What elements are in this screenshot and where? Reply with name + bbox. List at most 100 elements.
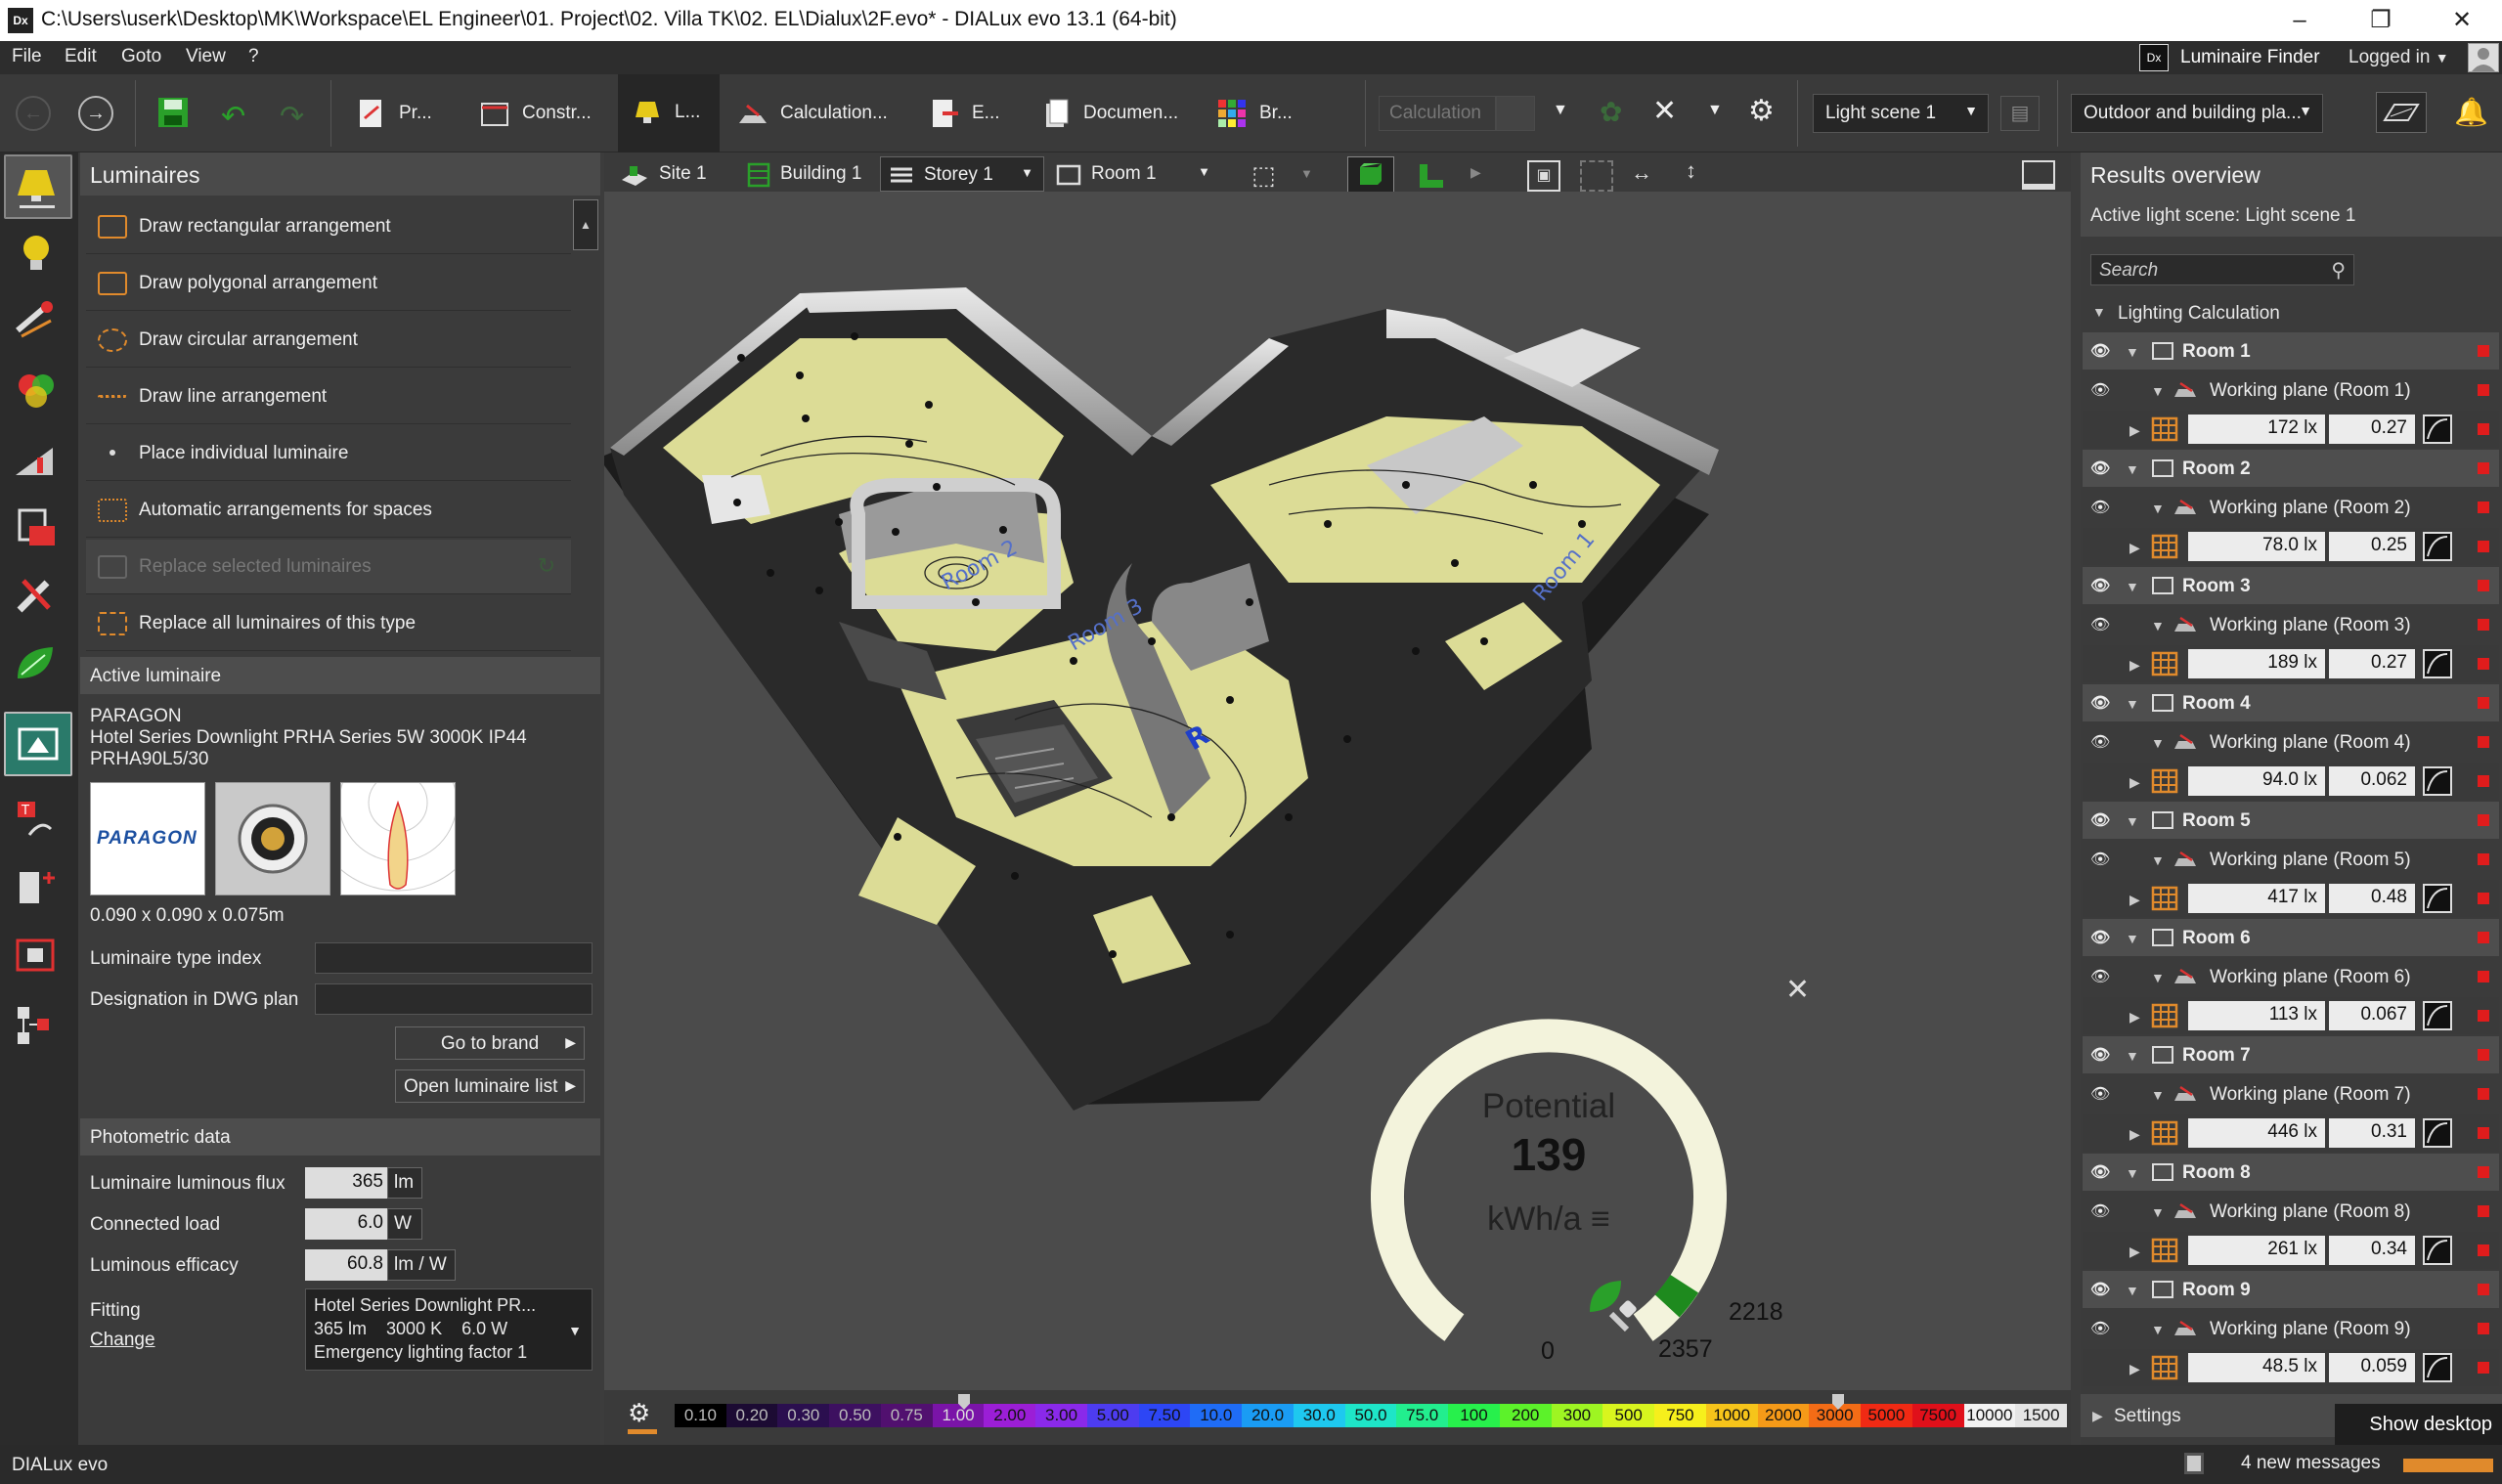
collapse-icon[interactable]: ▼	[2126, 579, 2139, 594]
go-to-brand-button[interactable]: Go to brand ▶	[395, 1026, 585, 1060]
redo-icon[interactable]: ↷	[280, 100, 304, 134]
collapse-icon[interactable]: ▼	[2126, 1165, 2139, 1181]
room-row[interactable]: 👁 ▼ Room 8	[2083, 1154, 2499, 1191]
room-row[interactable]: 👁 ▼ Room 2	[2083, 450, 2499, 487]
mode-documentation[interactable]: Documen...	[1040, 84, 1197, 143]
working-plane-row[interactable]: 👁 ▼ Working plane (Room 2)	[2083, 489, 2499, 526]
room-row[interactable]: 👁 ▼ Room 3	[2083, 567, 2499, 604]
chevron-down-icon[interactable]: ▼	[1553, 102, 1568, 119]
result-row[interactable]: ▶ 48.5 lx 0.059	[2083, 1349, 2499, 1386]
rail-dimension-icon[interactable]	[4, 858, 72, 923]
result-row[interactable]: ▶ 113 lx 0.067	[2083, 997, 2499, 1034]
expand-icon[interactable]: ▶	[2129, 422, 2140, 439]
working-plane-row[interactable]: 👁 ▼ Working plane (Room 3)	[2083, 606, 2499, 643]
calculation-toggle[interactable]	[1496, 96, 1535, 131]
light-distribution-image[interactable]	[309, 714, 487, 895]
breadcrumb-room[interactable]: Room 1 ▼	[1048, 156, 1220, 192]
back-icon[interactable]: ←	[16, 96, 51, 131]
rail-text-icon[interactable]: T	[4, 790, 72, 854]
leaf-icon[interactable]: ✿	[1600, 96, 1622, 128]
collapse-icon[interactable]: ▼	[2151, 383, 2165, 399]
undo-icon[interactable]: ↶	[221, 100, 245, 134]
rail-hierarchy-icon[interactable]	[4, 995, 72, 1060]
collapse-icon[interactable]: ▼	[2126, 344, 2139, 360]
outdoor-building-select[interactable]: Outdoor and building pla... ▼	[2071, 94, 2323, 133]
mode-project[interactable]: Pr...	[356, 84, 463, 143]
expand-icon[interactable]: ▶	[2129, 540, 2140, 556]
eye-icon[interactable]: 👁	[2090, 810, 2114, 830]
scroll-up-button[interactable]: ▲	[573, 199, 598, 250]
result-row[interactable]: ▶ 261 lx 0.34	[2083, 1232, 2499, 1269]
expand-icon[interactable]: ▶	[2129, 1009, 2140, 1026]
lighting-calculation-group[interactable]: ▼ Lighting Calculation	[2083, 295, 2499, 330]
room-row[interactable]: 👁 ▼ Room 9	[2083, 1271, 2499, 1308]
collapse-icon[interactable]: ▼	[2126, 813, 2139, 829]
expand-icon[interactable]: ▶	[2129, 1361, 2140, 1377]
working-plane-row[interactable]: 👁 ▼ Working plane (Room 9)	[2083, 1310, 2499, 1347]
room-row[interactable]: 👁 ▼ Room 5	[2083, 802, 2499, 839]
working-plane-row[interactable]: 👁 ▼ Working plane (Room 4)	[2083, 723, 2499, 761]
move-icon[interactable]: ↕	[1686, 158, 1723, 194]
rail-bulb-icon[interactable]	[4, 223, 72, 287]
3d-viewport[interactable]: Room 2 Room 3 Room 1 R ✕ Potential 139 k…	[604, 192, 2071, 1390]
tool-polygonal-arrangement[interactable]: Draw polygonal arrangement	[86, 256, 571, 311]
menu-edit[interactable]: Edit	[65, 46, 97, 67]
breadcrumb-building[interactable]: Building 1	[739, 156, 876, 192]
rail-tools-icon[interactable]	[4, 565, 72, 630]
building-model-3d[interactable]: Room 2 Room 3 Room 1 R	[604, 192, 2071, 1390]
collapse-icon[interactable]: ▼	[2151, 501, 2165, 516]
eye-icon[interactable]: 👁	[2090, 341, 2114, 361]
breadcrumb-site[interactable]: Site 1	[614, 156, 735, 192]
brand-logo-image[interactable]: PARAGON	[90, 782, 205, 895]
floor-view-icon[interactable]	[1416, 160, 1447, 192]
eye-icon[interactable]: 👁	[2090, 850, 2114, 869]
room-row[interactable]: 👁 ▼ Room 4	[2083, 684, 2499, 721]
expand-icon[interactable]: ▶	[2129, 892, 2140, 908]
rail-emergency-icon[interactable]	[4, 428, 72, 493]
collapse-icon[interactable]: ▼	[2151, 1204, 2165, 1220]
logged-in-menu[interactable]: Logged in ▼	[2348, 47, 2449, 68]
mode-export[interactable]: E...	[929, 84, 1007, 143]
working-plane-row[interactable]: 👁 ▼ Working plane (Room 1)	[2083, 371, 2499, 409]
eye-icon[interactable]: 👁	[2090, 1319, 2114, 1338]
mode-light[interactable]: L...	[618, 74, 720, 153]
menu-view[interactable]: View	[186, 46, 226, 67]
luminaire-photo-image[interactable]	[215, 782, 330, 895]
tool-replace-all[interactable]: Replace all luminaires of this type	[86, 596, 571, 651]
eye-icon[interactable]: 👁	[2090, 380, 2114, 400]
zoom-selection-icon[interactable]	[1580, 160, 1613, 192]
rail-energy-leaf-icon[interactable]	[4, 633, 72, 698]
rail-color-icon[interactable]	[4, 360, 72, 424]
close-window-icon[interactable]: ✕	[2431, 0, 2493, 41]
eye-icon[interactable]: 👁	[2090, 967, 2114, 986]
expand-icon[interactable]: ▶	[2129, 657, 2140, 674]
save-status-icon[interactable]	[2184, 1453, 2204, 1474]
type-index-input[interactable]	[315, 942, 593, 974]
result-row[interactable]: ▶ 172 lx 0.27	[2083, 411, 2499, 448]
collapse-icon[interactable]: ▼	[2151, 618, 2165, 633]
result-row[interactable]: ▶ 94.0 lx 0.062	[2083, 763, 2499, 800]
room-row[interactable]: 👁 ▼ Room 6	[2083, 919, 2499, 956]
tool-rectangular-arrangement[interactable]: Draw rectangular arrangement	[86, 199, 571, 254]
chevron-down-icon[interactable]: ▼	[1300, 166, 1313, 181]
result-row[interactable]: ▶ 78.0 lx 0.25	[2083, 528, 2499, 565]
eye-icon[interactable]: 👁	[2090, 1084, 2114, 1104]
working-plane-row[interactable]: 👁 ▼ Working plane (Room 6)	[2083, 958, 2499, 995]
tool-automatic-arrangements[interactable]: Automatic arrangements for spaces	[86, 483, 571, 538]
cancel-icon[interactable]: ✕	[1652, 94, 1677, 128]
eye-icon[interactable]: 👁	[2090, 498, 2114, 517]
gear-icon[interactable]: ⚙	[1748, 94, 1775, 128]
bell-icon[interactable]: 🔔	[2454, 96, 2488, 128]
restore-icon[interactable]: ❐	[2349, 0, 2412, 41]
close-gauge-icon[interactable]: ✕	[1785, 976, 1815, 1005]
tool-place-individual[interactable]: Place individual luminaire	[86, 426, 571, 481]
light-scene-settings-icon[interactable]: ▤	[2000, 96, 2040, 131]
result-row[interactable]: ▶ 417 lx 0.48	[2083, 880, 2499, 917]
breadcrumb-storey[interactable]: Storey 1 ▼	[880, 156, 1044, 192]
result-row[interactable]: ▶ 446 lx 0.31	[2083, 1114, 2499, 1152]
rail-emergency-exit-icon[interactable]	[4, 712, 72, 776]
expand-icon[interactable]: ▶	[2129, 774, 2140, 791]
eye-icon[interactable]: 👁	[2090, 1201, 2114, 1221]
calculation-button[interactable]: Calculation	[1379, 96, 1496, 131]
designation-input[interactable]	[315, 983, 593, 1015]
